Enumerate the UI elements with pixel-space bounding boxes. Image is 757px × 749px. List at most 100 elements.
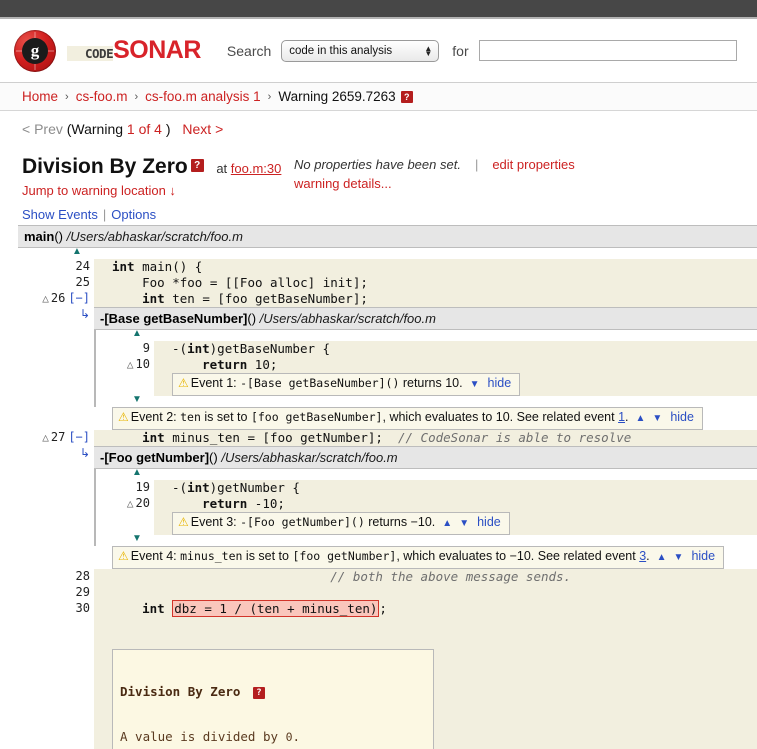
marker-triangle-up-icon: ▲ bbox=[72, 246, 82, 257]
logo-wordmark[interactable]: CODESONAR bbox=[67, 36, 201, 65]
event-4-box[interactable]: ⚠ Event 4: minus_ten is set to [foo getNu… bbox=[112, 546, 725, 569]
code-text: int dbz = 1 / (ten + minus_ten); bbox=[94, 600, 757, 617]
line-number-text: 10 bbox=[135, 357, 150, 371]
show-events-link[interactable]: Show Events bbox=[22, 207, 98, 222]
code-line: 24 int main() { bbox=[18, 259, 757, 275]
prev-warning-button[interactable]: < Prev bbox=[22, 121, 63, 137]
event-next-button[interactable]: ▼ bbox=[674, 552, 684, 563]
event-container: ⚠ Event 2: ten is set to [foo getBaseNumb… bbox=[94, 407, 757, 430]
events-options-bar: Show Events | Options bbox=[0, 207, 757, 225]
edit-properties-link[interactable]: edit properties bbox=[492, 157, 574, 172]
event-tail: , which evaluates to −10. See related ev… bbox=[396, 549, 640, 563]
code-text: return 10; bbox=[154, 357, 757, 373]
code-text: -(int)getNumber { bbox=[154, 480, 757, 496]
line-number-with-warning: △ 10 bbox=[96, 357, 154, 373]
event-code: [foo getNumber] bbox=[292, 549, 397, 563]
code-text: int minus_ten = [foo getNumber]; // Code… bbox=[94, 430, 757, 446]
code-line: △ 26 [−] int ten = [foo getBaseNumber]; bbox=[18, 291, 757, 307]
page-title: Division By Zero? bbox=[22, 155, 204, 179]
nested-function-base: ↳ -[Base getBaseNumber]() /Users/abhaska… bbox=[80, 307, 757, 330]
search-scope-value: code in this analysis bbox=[289, 44, 393, 57]
code-panel: main () /Users/abhaskar/scratch/foo.m ▲ 2… bbox=[0, 225, 757, 749]
event-prev-button[interactable]: ▲ bbox=[657, 552, 667, 563]
page-title-text: Division By Zero bbox=[22, 155, 188, 178]
code-text: // both the above message sends. bbox=[94, 569, 757, 585]
search-input[interactable] bbox=[478, 40, 737, 61]
event-code: -[Base getBaseNumber]() bbox=[240, 376, 400, 390]
event-label: Event 1: bbox=[190, 376, 237, 390]
line-number-empty bbox=[18, 407, 94, 430]
code-line: 30 int dbz = 1 / (ten + minus_ten); bbox=[18, 600, 757, 617]
divider: | bbox=[102, 207, 107, 222]
breadcrumb-analysis[interactable]: cs-foo.m analysis 1 bbox=[145, 89, 261, 104]
options-link[interactable]: Options bbox=[111, 207, 156, 222]
pager-close: ) bbox=[165, 121, 171, 137]
warning-details-link[interactable]: warning details... bbox=[294, 176, 575, 191]
code-line: 28 // both the above message sends. bbox=[18, 569, 757, 585]
code-line: 25 Foo *foo = [[Foo alloc] init]; bbox=[18, 275, 757, 291]
event-mid: is set to bbox=[200, 410, 251, 424]
fold-toggle[interactable]: [−] bbox=[68, 291, 90, 305]
warning-triangle-icon: ⚠ bbox=[118, 410, 129, 424]
description-subtitle-value: 0 bbox=[285, 730, 293, 744]
help-icon[interactable]: ? bbox=[190, 159, 204, 172]
warning-triangle-icon: ⚠ bbox=[178, 515, 189, 529]
code-text: Foo *foo = [[Foo alloc] init]; bbox=[94, 275, 757, 291]
code-comment: // CodeSonar is able to resolve bbox=[397, 430, 632, 445]
event-prev-button[interactable]: ▲ bbox=[442, 518, 452, 529]
event-next-button[interactable]: ▼ bbox=[470, 379, 480, 390]
event-next-button[interactable]: ▼ bbox=[459, 518, 469, 529]
line-number-empty bbox=[18, 546, 94, 569]
function-path: /Users/abhaskar/scratch/foo.m bbox=[259, 311, 436, 326]
code-text: return -10; bbox=[154, 496, 757, 512]
event-3-box[interactable]: ⚠ Event 3: -[Foo getNumber]() returns −10… bbox=[172, 512, 510, 535]
event-hide-link[interactable]: hide bbox=[670, 410, 694, 424]
help-icon[interactable]: ? bbox=[400, 90, 413, 103]
code-line: △ 10 return 10; bbox=[96, 357, 757, 373]
fold-toggle[interactable]: [−] bbox=[68, 430, 90, 444]
event-var: minus_ten bbox=[180, 549, 243, 563]
nested-body-base: ▲ 9 -(int)getBaseNumber { △ 10 return 10;… bbox=[94, 329, 757, 407]
highlighted-code[interactable]: dbz = 1 / (ten + minus_ten) bbox=[172, 600, 380, 617]
line-number: 19 bbox=[96, 480, 154, 496]
breadcrumb-project[interactable]: cs-foo.m bbox=[76, 89, 128, 104]
function-path: /Users/abhaskar/scratch/foo.m bbox=[221, 450, 398, 465]
event-hide-link[interactable]: hide bbox=[477, 515, 501, 529]
function-parens: () bbox=[247, 311, 257, 326]
code-text: int main() { bbox=[94, 259, 757, 275]
function-name: main bbox=[24, 229, 55, 244]
warning-triangle-icon: △ bbox=[42, 431, 49, 444]
pager-open: (Warning bbox=[66, 121, 124, 137]
event-var: ten bbox=[180, 410, 201, 424]
codesonar-logo-icon[interactable]: g bbox=[14, 29, 56, 72]
line-number-empty bbox=[96, 512, 154, 535]
warning-location: at foo.m:30 bbox=[216, 161, 281, 176]
help-icon[interactable]: ? bbox=[252, 687, 265, 699]
event-1-box[interactable]: ⚠ Event 1: -[Base getBaseNumber]() return… bbox=[172, 373, 521, 396]
breadcrumb: Home › cs-foo.m › cs-foo.m analysis 1 › … bbox=[0, 83, 757, 111]
event-tail: returns 10. bbox=[399, 376, 463, 390]
warning-location-link[interactable]: foo.m:30 bbox=[231, 161, 282, 176]
code-line: 9 -(int)getBaseNumber { bbox=[96, 341, 757, 357]
event-line: ⚠ Event 4: minus_ten is set to [foo getNu… bbox=[18, 546, 757, 569]
related-event-link[interactable]: 1 bbox=[618, 410, 625, 424]
event-tail: , which evaluates to 10. See related eve… bbox=[382, 410, 619, 424]
search-scope-select[interactable]: code in this analysis ▲ ▼ bbox=[281, 39, 440, 62]
event-hide-link[interactable]: hide bbox=[691, 549, 715, 563]
event-tail: returns −10. bbox=[364, 515, 436, 529]
breadcrumb-current: Warning 2659.7263 bbox=[278, 89, 396, 104]
breadcrumb-separator: › bbox=[134, 90, 139, 103]
event-2-box[interactable]: ⚠ Event 2: ten is set to [foo getBaseNumb… bbox=[112, 407, 703, 430]
chevron-updown-icon: ▲ ▼ bbox=[424, 44, 432, 57]
event-hide-link[interactable]: hide bbox=[488, 376, 512, 390]
nested-function-foo: ↳ -[Foo getNumber]() /Users/abhaskar/scr… bbox=[80, 446, 757, 469]
warning-triangle-icon: △ bbox=[126, 497, 134, 510]
next-warning-button[interactable]: Next > bbox=[182, 121, 223, 137]
event-next-button[interactable]: ▼ bbox=[652, 413, 662, 424]
code-line: 29 bbox=[18, 585, 757, 601]
code-text: int ten = [foo getBaseNumber]; bbox=[94, 291, 757, 307]
logo-glyph: g bbox=[22, 37, 48, 64]
breadcrumb-home[interactable]: Home bbox=[22, 89, 58, 104]
event-period: . bbox=[625, 410, 629, 424]
event-prev-button[interactable]: ▲ bbox=[636, 413, 646, 424]
